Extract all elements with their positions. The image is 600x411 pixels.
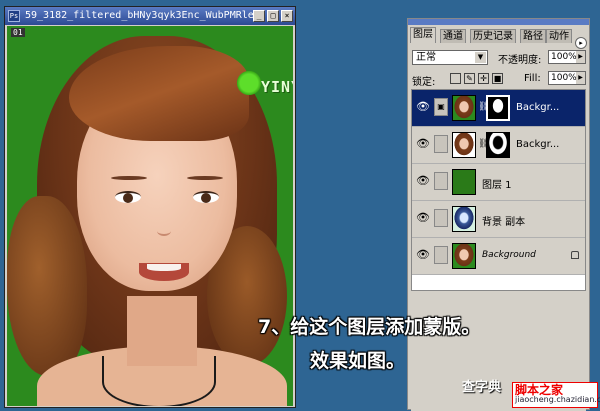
link-toggle[interactable]	[434, 209, 448, 227]
blend-mode-select[interactable]: 正常 ▼	[412, 50, 488, 65]
chevron-down-icon: ▼	[475, 52, 486, 63]
lock-transparency-icon[interactable]	[450, 73, 461, 84]
layer-name: 图层 1	[482, 180, 512, 191]
layers-panel[interactable]: 图层 通道 历史记录 路径 动作 ▸ 正常 ▼ 不透明度: 100% ▶ 锁定:…	[407, 18, 590, 411]
tab-layers[interactable]: 图层	[410, 27, 436, 43]
caption-line-1: 7、给这个图层添加蒙版。	[258, 316, 481, 338]
layer-thumbnail	[452, 169, 476, 195]
lock-all-icon[interactable]: ■	[492, 73, 503, 84]
logo-splat-icon	[235, 69, 263, 97]
lock-icon	[571, 251, 579, 259]
layer-name: Backgr...	[516, 102, 560, 113]
lock-move-icon[interactable]: ✛	[478, 73, 489, 84]
link-toggle[interactable]	[434, 135, 448, 153]
link-toggle[interactable]	[434, 172, 448, 190]
layer-thumbnail	[452, 243, 476, 269]
tab-channels[interactable]: 通道	[440, 29, 466, 43]
tab-actions[interactable]: 动作	[546, 29, 572, 43]
logo-text: YINYIN	[261, 78, 293, 96]
eye-icon[interactable]: 👁	[414, 172, 432, 190]
eye-icon[interactable]: 👁	[414, 135, 432, 153]
photoshop-document-icon: Ps	[8, 10, 20, 22]
layer-row[interactable]: 👁 ⛓ Backgr...	[412, 127, 585, 164]
minimize-button[interactable]: _	[253, 10, 265, 22]
layer-row[interactable]: 👁 图层 1	[412, 164, 585, 201]
panel-menu-button[interactable]: ▸	[575, 37, 587, 49]
layer-name: Backgr...	[516, 139, 560, 150]
lock-paint-icon[interactable]: ✎	[464, 73, 475, 84]
tab-history[interactable]: 历史记录	[470, 29, 516, 43]
opacity-field[interactable]: 100% ▶	[548, 50, 586, 64]
layer-row[interactable]: 👁 背景 副本	[412, 201, 585, 238]
brush-icon[interactable]: ▣	[434, 98, 448, 116]
left-eye	[115, 191, 141, 203]
blend-row: 正常 ▼ 不透明度: 100% ▶	[412, 50, 587, 66]
chevron-right-icon: ▶	[576, 51, 585, 63]
eye-icon[interactable]: 👁	[414, 209, 432, 227]
panel-title-bar[interactable]	[408, 19, 589, 25]
layer-thumbnail	[452, 132, 476, 158]
opacity-label: 不透明度:	[498, 55, 542, 66]
watermark-url: jiaocheng.chazidian.com	[515, 395, 600, 404]
layer-mask-thumbnail[interactable]	[486, 132, 510, 158]
layer-tag: 01	[11, 28, 25, 37]
panel-tabs: 图层 通道 历史记录 路径 动作 ▸	[408, 27, 589, 49]
caption-line-2: 效果如图。	[310, 350, 406, 372]
opacity-value: 100%	[551, 52, 577, 62]
image-canvas[interactable]: YINYIN 01	[7, 26, 293, 406]
document-title-bar[interactable]: Ps 59_3182_filtered_bHNy3qyk3Enc_WubPMRl…	[5, 7, 295, 25]
teeth	[147, 264, 181, 271]
watermark-left: 查字典	[462, 380, 502, 395]
document-title: 59_3182_filtered_bHNy3qyk3Enc_WubPMRle..…	[25, 10, 261, 21]
layers-list: 👁 ▣ ⛓ Backgr... 👁 ⛓ Backgr... 👁 图层 1 👁 背…	[411, 89, 586, 291]
chevron-right-icon: ▶	[576, 72, 585, 84]
hair-curl-left	[7, 196, 87, 376]
necklace	[102, 356, 216, 406]
layer-thumbnail	[452, 95, 476, 121]
fill-label: Fill:	[524, 73, 541, 84]
document-window[interactable]: Ps 59_3182_filtered_bHNy3qyk3Enc_WubPMRl…	[4, 6, 296, 408]
layer-row[interactable]: 👁 Background	[412, 238, 585, 275]
right-eye	[193, 191, 219, 203]
tab-paths[interactable]: 路径	[520, 29, 546, 43]
right-eyebrow	[187, 176, 223, 180]
lock-row: 锁定: ✎ ✛ ■ Fill: 100% ▶	[412, 71, 587, 88]
fill-value: 100%	[551, 73, 577, 83]
close-button[interactable]: ×	[281, 10, 293, 22]
left-eyebrow	[111, 176, 147, 180]
layer-name: 背景 副本	[482, 217, 526, 228]
eye-icon[interactable]: 👁	[414, 246, 432, 264]
nose	[157, 226, 171, 236]
maximize-button[interactable]: □	[267, 10, 279, 22]
eye-icon[interactable]: 👁	[414, 98, 432, 116]
fill-field[interactable]: 100% ▶	[548, 71, 586, 85]
layer-thumbnail	[452, 206, 476, 232]
watermark-badge: 脚本之家 jiaocheng.chazidian.com	[512, 382, 600, 408]
layer-row[interactable]: 👁 ▣ ⛓ Backgr...	[412, 90, 585, 127]
layer-mask-thumbnail[interactable]	[486, 95, 510, 121]
link-toggle[interactable]	[434, 246, 448, 264]
blend-mode-value: 正常	[416, 52, 436, 63]
lock-label: 锁定:	[412, 77, 436, 88]
layer-name: Background	[482, 250, 536, 260]
